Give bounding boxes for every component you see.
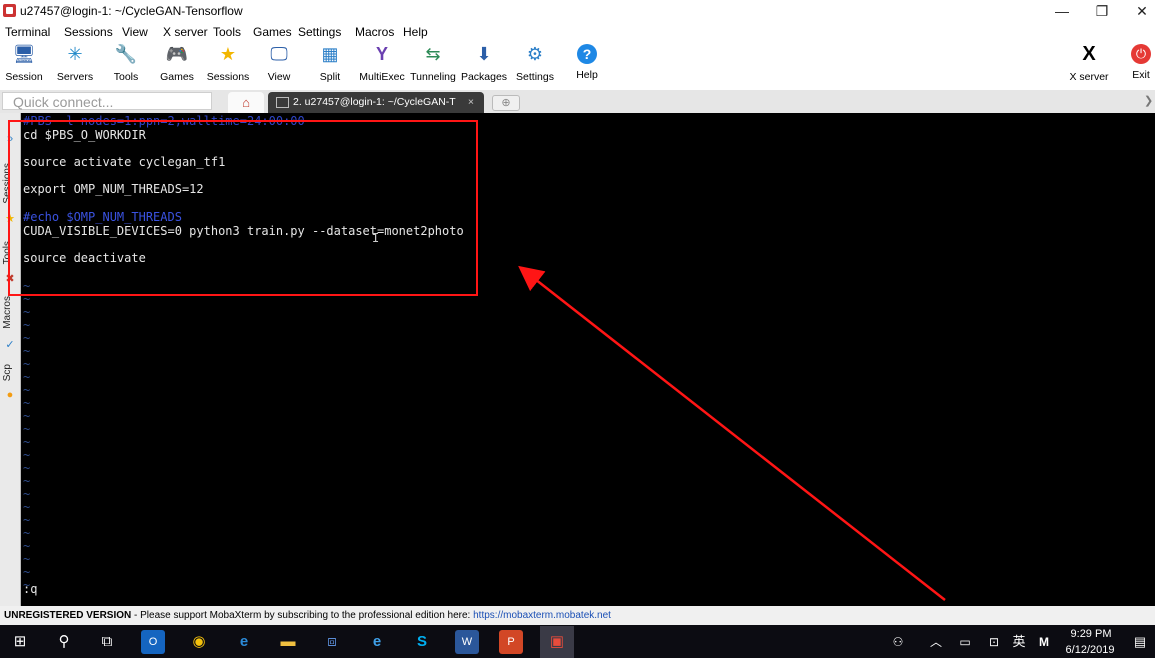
battery-icon[interactable]: ▭	[953, 630, 977, 654]
network-app-icon[interactable]: ⧈	[320, 630, 344, 654]
windows-start-icon[interactable]: ⊞	[8, 630, 32, 654]
internet-explorer-icon[interactable]: e	[365, 630, 389, 654]
powerpoint-icon[interactable]: P	[499, 630, 523, 654]
notification-icon[interactable]: ▤	[1128, 630, 1152, 654]
people-icon[interactable]: ⚇	[886, 630, 910, 654]
ime-mode[interactable]: M	[1032, 630, 1056, 654]
network-icon[interactable]: ⊡	[982, 630, 1006, 654]
annotation-arrow	[518, 265, 946, 601]
support-link[interactable]: https://mobaxterm.mobatek.net	[473, 610, 611, 621]
chrome-icon[interactable]: ◉	[187, 630, 211, 654]
ime-language[interactable]: 英	[1007, 630, 1031, 654]
mobaxterm-taskbar-icon[interactable]: ▣	[540, 626, 574, 658]
edge-icon[interactable]: e	[232, 630, 256, 654]
task-view-icon[interactable]: ⧉	[95, 630, 119, 654]
status-bar: UNREGISTERED VERSION - Please support Mo…	[0, 606, 1155, 625]
file-explorer-icon[interactable]: ▬	[276, 630, 300, 654]
chevron-up-icon[interactable]: ︿	[924, 630, 948, 654]
outlook-icon[interactable]: O	[141, 630, 165, 654]
clock-date[interactable]: 6/12/2019	[1060, 644, 1120, 656]
skype-icon[interactable]: S	[410, 630, 434, 654]
support-message: - Please support MobaXterm by subscribin…	[131, 610, 474, 621]
word-icon[interactable]: W	[455, 630, 479, 654]
search-icon[interactable]: ⚲	[52, 630, 76, 654]
version-label: UNREGISTERED VERSION	[4, 610, 132, 621]
clock-time[interactable]: 9:29 PM	[1066, 628, 1116, 640]
